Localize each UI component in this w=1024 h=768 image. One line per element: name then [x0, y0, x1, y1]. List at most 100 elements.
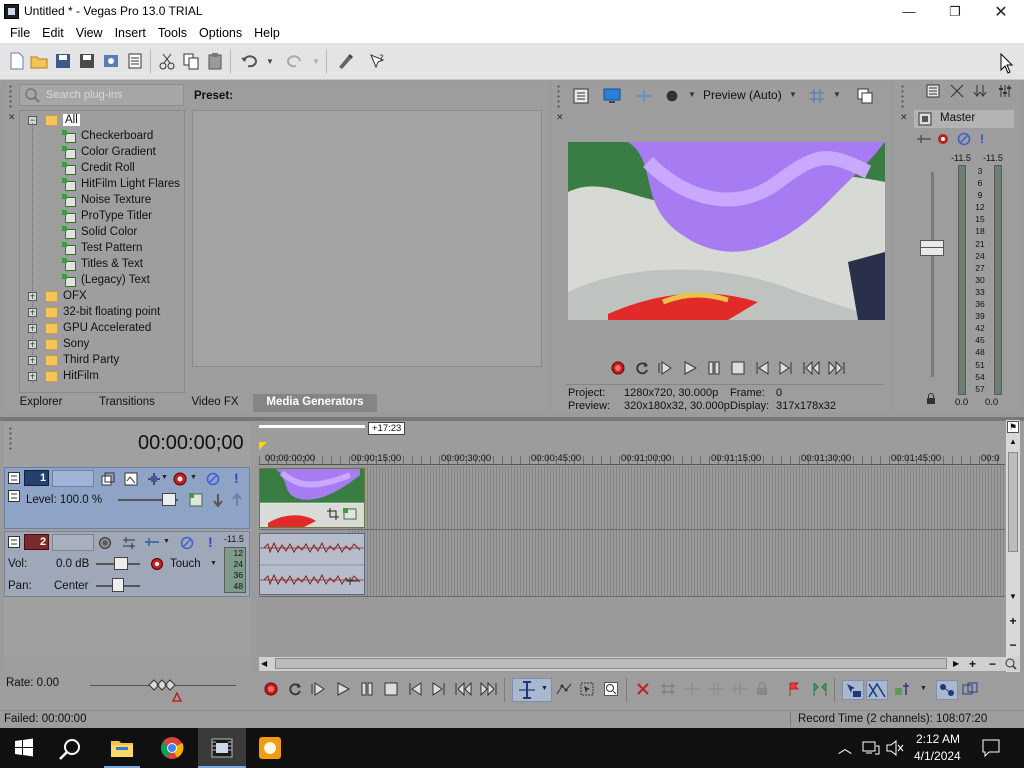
track-fx-icon[interactable]	[144, 536, 160, 548]
menu-insert[interactable]: Insert	[109, 26, 152, 40]
envelope-tool-icon[interactable]	[556, 682, 572, 696]
pan-slider-handle[interactable]	[112, 578, 124, 592]
file-explorer-icon[interactable]	[110, 737, 134, 759]
previous-frame-icon[interactable]	[755, 361, 769, 375]
expand-keyframes-icon[interactable]	[8, 490, 20, 502]
zoom-edit-tool-icon[interactable]	[604, 682, 618, 696]
tree-item-generator[interactable]: ProType Titler	[62, 208, 152, 224]
menu-help[interactable]: Help	[248, 26, 286, 40]
scroll-right-icon[interactable]: ▶	[953, 659, 959, 668]
preview-properties-icon[interactable]	[573, 88, 589, 104]
split-icon[interactable]	[732, 682, 748, 696]
play-from-start-icon[interactable]	[311, 682, 325, 696]
track-collapse-icon[interactable]	[8, 472, 20, 484]
new-file-icon[interactable]	[8, 52, 26, 70]
tree-folder[interactable]: + OFX	[28, 288, 87, 304]
next-frame-icon[interactable]	[779, 361, 793, 375]
event-fx-icon[interactable]	[343, 508, 357, 520]
tab-media-generators[interactable]: Media Generators	[253, 394, 377, 412]
track-fx-icon[interactable]	[172, 471, 188, 487]
pause-icon[interactable]	[707, 361, 721, 375]
play-icon[interactable]	[336, 682, 350, 696]
rewind-icon[interactable]	[803, 361, 821, 375]
split-screen-icon[interactable]	[664, 88, 680, 104]
minimize-button[interactable]: —	[886, 0, 932, 23]
maximize-button[interactable]: ❐	[932, 0, 978, 23]
zoom-out-icon[interactable]: −	[989, 657, 996, 671]
loop-playback-icon[interactable]	[635, 361, 649, 375]
tree-item-all[interactable]: − All	[28, 112, 80, 128]
panel-close-icon[interactable]: ✕	[8, 112, 16, 123]
tree-folder[interactable]: +32-bit floating point	[28, 304, 160, 320]
track-name-input[interactable]	[52, 534, 94, 551]
scroll-thumb[interactable]	[275, 658, 947, 669]
volume-slider-handle[interactable]	[114, 557, 128, 570]
overlays-dropdown-icon[interactable]: ▼	[833, 90, 841, 99]
tree-folder[interactable]: + HitFilm	[28, 368, 99, 384]
start-button[interactable]	[0, 728, 48, 768]
fx-chain-icon[interactable]	[936, 132, 950, 146]
scroll-up-icon[interactable]: ▲	[1007, 437, 1019, 449]
cut-icon[interactable]	[158, 52, 176, 70]
tree-item-generator[interactable]: Credit Roll	[62, 160, 135, 176]
tree-item-generator[interactable]: Noise Texture	[62, 192, 151, 208]
overlays-grid-icon[interactable]	[809, 88, 825, 104]
move-down-icon[interactable]	[212, 493, 224, 507]
tree-item-generator[interactable]: Solid Color	[62, 224, 137, 240]
solo-icon[interactable]: !	[208, 534, 213, 550]
paste-icon[interactable]	[206, 52, 224, 70]
automation-mode[interactable]: Touch	[170, 558, 201, 570]
menu-tools[interactable]: Tools	[152, 26, 193, 40]
mixer-icon[interactable]	[998, 84, 1012, 98]
menu-file[interactable]: File	[4, 26, 36, 40]
quality-dropdown-icon[interactable]: ▼	[789, 90, 797, 99]
tree-item-generator[interactable]: HitFilm Light Flares	[62, 176, 180, 192]
compositing-mode-icon[interactable]	[101, 472, 115, 486]
go-to-end-icon[interactable]	[432, 682, 446, 696]
level-slider-handle[interactable]	[162, 493, 176, 506]
close-button[interactable]: ✕	[978, 0, 1024, 23]
notifications-icon[interactable]	[982, 739, 1000, 757]
fast-forward-icon[interactable]	[827, 361, 845, 375]
tree-folder[interactable]: + GPU Accelerated	[28, 320, 151, 336]
auto-ripple-icon[interactable]	[842, 680, 864, 700]
rate-slider-handle[interactable]	[148, 679, 176, 691]
panel-close-icon[interactable]: ✕	[556, 112, 564, 123]
selection-tool-icon[interactable]	[580, 682, 594, 696]
whats-this-help-icon[interactable]: ?	[368, 52, 386, 70]
parent-composite-icon[interactable]	[124, 472, 138, 486]
previous-frame-icon[interactable]	[455, 682, 473, 696]
event-audio-fx-icon[interactable]	[345, 576, 359, 586]
loop-region-bar[interactable]	[259, 425, 365, 428]
video-fx-icon[interactable]	[636, 88, 652, 104]
marker-icon[interactable]	[788, 682, 800, 696]
save-icon[interactable]	[54, 52, 72, 70]
record-icon[interactable]	[264, 682, 278, 696]
master-properties-icon[interactable]	[926, 84, 940, 98]
tab-explorer[interactable]: Explorer	[5, 394, 77, 412]
tree-folder[interactable]: + Third Party	[28, 352, 119, 368]
timeline-splitter[interactable]	[0, 417, 1024, 421]
mute-icon[interactable]	[206, 472, 220, 486]
panel-grip[interactable]	[900, 84, 905, 108]
move-up-icon[interactable]	[231, 493, 243, 507]
track-collapse-icon[interactable]	[8, 536, 20, 548]
trim-end-icon[interactable]	[708, 682, 724, 696]
record-icon[interactable]	[611, 361, 625, 375]
arm-record-icon[interactable]	[98, 536, 112, 550]
track-motion-dropdown-icon[interactable]: ▼	[161, 474, 168, 481]
panel-grip[interactable]	[556, 84, 561, 108]
trim-start-icon[interactable]	[684, 682, 700, 696]
zoom-in-icon[interactable]: +	[969, 657, 976, 671]
track-fx-dropdown-icon[interactable]: ▼	[163, 538, 170, 545]
delete-icon[interactable]	[636, 682, 650, 696]
split-dropdown-icon[interactable]: ▼	[688, 90, 696, 99]
dim-output-icon[interactable]	[973, 84, 987, 98]
horizontal-scrollbar[interactable]: ◀ ▶ + −	[259, 657, 1020, 671]
tree-item-generator[interactable]: Titles & Text	[62, 256, 143, 272]
save-as-icon[interactable]	[78, 52, 96, 70]
auto-crossfade-icon[interactable]	[866, 680, 888, 700]
tab-video-fx[interactable]: Video FX	[177, 394, 253, 412]
zoom-in-vertical-icon[interactable]: +	[1007, 615, 1019, 628]
play-from-start-icon[interactable]	[658, 361, 672, 375]
